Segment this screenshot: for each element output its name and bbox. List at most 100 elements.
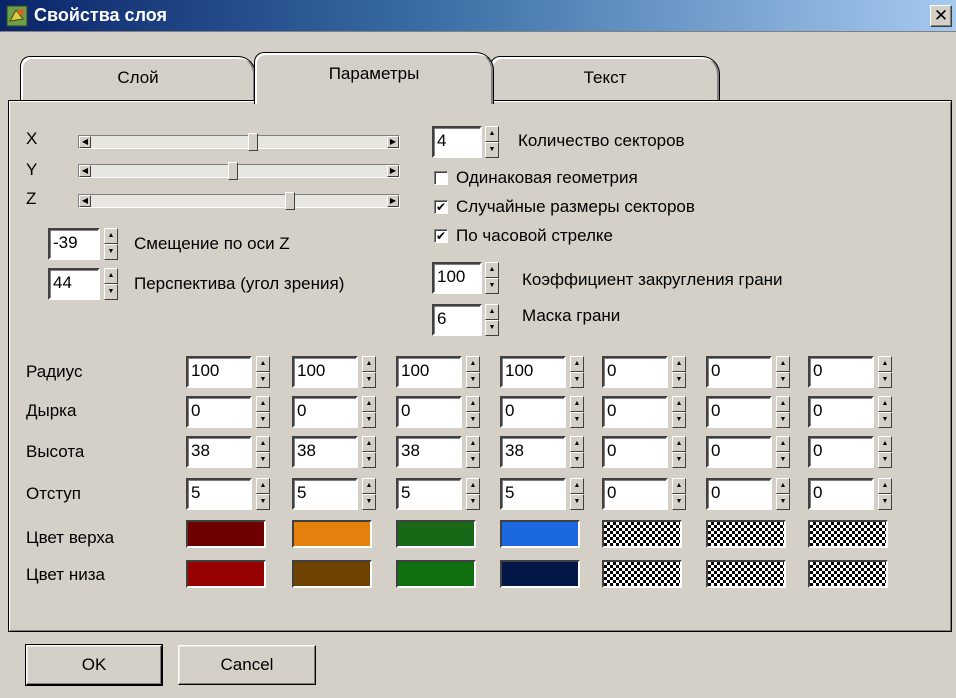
sector-value-input[interactable]: 0 [602,436,668,468]
sector-value-input[interactable]: 0 [706,478,772,510]
spin-up-icon[interactable]: ▲ [485,126,499,142]
spin-up-icon[interactable]: ▲ [485,304,499,320]
spin-up-icon[interactable]: ▲ [878,356,892,372]
sectors-input[interactable]: 4 [432,126,482,158]
sector-value-input[interactable]: 0 [602,396,668,428]
spin-down-icon[interactable]: ▼ [570,412,584,428]
spin-up-icon[interactable]: ▲ [466,478,480,494]
spin-up-icon[interactable]: ▲ [570,478,584,494]
sector-spin[interactable]: 100 ▲ ▼ [292,356,378,388]
sector-spin[interactable]: 5 ▲ ▼ [500,478,586,510]
spin-down-icon[interactable]: ▼ [256,412,270,428]
spin-down-icon[interactable]: ▼ [362,412,376,428]
spin-up-icon[interactable]: ▲ [672,356,686,372]
sector-spin[interactable]: 38 ▲ ▼ [500,436,586,468]
sector-spin[interactable]: 0 ▲ ▼ [500,396,586,428]
spin-down-icon[interactable]: ▼ [776,494,790,510]
sectors-spin[interactable]: 4 ▲ ▼ [432,126,500,158]
bottom-color-swatch[interactable] [396,560,476,588]
top-color-swatch[interactable] [500,520,580,548]
sector-spin[interactable]: 0 ▲ ▼ [186,396,272,428]
sector-value-input[interactable]: 5 [396,478,462,510]
spin-up-icon[interactable]: ▲ [672,478,686,494]
spin-up-icon[interactable]: ▲ [256,396,270,412]
cancel-button[interactable]: Cancel [178,645,316,685]
sector-spin[interactable]: 0 ▲ ▼ [602,356,688,388]
perspective-spin[interactable]: 44 ▲ ▼ [48,268,120,300]
spin-down-icon[interactable]: ▼ [672,452,686,468]
sector-value-input[interactable]: 0 [808,478,874,510]
sector-value-input[interactable]: 0 [808,356,874,388]
spin-up-icon[interactable]: ▲ [104,228,118,244]
spin-up-icon[interactable]: ▲ [570,356,584,372]
sector-value-input[interactable]: 38 [292,436,358,468]
spin-down-icon[interactable]: ▼ [878,452,892,468]
ok-button[interactable]: OK [25,644,163,686]
spin-up-icon[interactable]: ▲ [466,396,480,412]
spin-down-icon[interactable]: ▼ [570,452,584,468]
spin-up-icon[interactable]: ▲ [256,356,270,372]
sector-spin[interactable]: 38 ▲ ▼ [186,436,272,468]
sector-value-input[interactable]: 0 [500,396,566,428]
sector-value-input[interactable]: 0 [706,356,772,388]
slider-right-arrow-icon[interactable]: ▶ [387,136,399,148]
bottom-color-swatch[interactable] [602,560,682,588]
spin-up-icon[interactable]: ▲ [570,396,584,412]
sector-value-input[interactable]: 100 [396,356,462,388]
sector-spin[interactable]: 0 ▲ ▼ [602,478,688,510]
edge-mask-spin[interactable]: 6 ▲ ▼ [432,304,500,336]
z-offset-spin[interactable]: -39 ▲ ▼ [48,228,120,260]
spin-down-icon[interactable]: ▼ [570,372,584,388]
spin-up-icon[interactable]: ▲ [672,436,686,452]
sector-spin[interactable]: 0 ▲ ▼ [706,478,792,510]
sector-spin[interactable]: 100 ▲ ▼ [186,356,272,388]
spin-down-icon[interactable]: ▼ [672,494,686,510]
sector-spin[interactable]: 0 ▲ ▼ [808,396,894,428]
sector-value-input[interactable]: 38 [186,436,252,468]
spin-down-icon[interactable]: ▼ [256,452,270,468]
slider-right-arrow-icon[interactable]: ▶ [387,165,399,177]
top-color-swatch[interactable] [396,520,476,548]
sector-value-input[interactable]: 0 [808,436,874,468]
top-color-swatch[interactable] [808,520,888,548]
spin-down-icon[interactable]: ▼ [362,372,376,388]
spin-up-icon[interactable]: ▲ [104,268,118,284]
sector-value-input[interactable]: 38 [500,436,566,468]
spin-down-icon[interactable]: ▼ [776,452,790,468]
spin-down-icon[interactable]: ▼ [485,320,499,336]
spin-up-icon[interactable]: ▲ [878,396,892,412]
sector-value-input[interactable]: 0 [186,396,252,428]
spin-down-icon[interactable]: ▼ [485,278,499,294]
spin-down-icon[interactable]: ▼ [878,412,892,428]
spin-down-icon[interactable]: ▼ [104,284,118,300]
spin-down-icon[interactable]: ▼ [466,372,480,388]
sector-value-input[interactable]: 5 [500,478,566,510]
sector-value-input[interactable]: 0 [706,436,772,468]
slider-left-arrow-icon[interactable]: ◀ [79,165,91,177]
z-offset-input[interactable]: -39 [48,228,100,260]
sector-spin[interactable]: 0 ▲ ▼ [602,436,688,468]
bottom-color-swatch[interactable] [500,560,580,588]
spin-down-icon[interactable]: ▼ [466,452,480,468]
random-sizes-checkbox[interactable]: ✔ [434,200,448,214]
spin-up-icon[interactable]: ▲ [362,436,376,452]
slider-thumb[interactable] [248,133,258,151]
spin-up-icon[interactable]: ▲ [878,436,892,452]
bottom-color-swatch[interactable] [706,560,786,588]
spin-up-icon[interactable]: ▲ [776,436,790,452]
rounding-spin[interactable]: 100 ▲ ▼ [432,262,500,294]
spin-up-icon[interactable]: ▲ [362,396,376,412]
spin-down-icon[interactable]: ▼ [776,412,790,428]
sector-value-input[interactable]: 5 [292,478,358,510]
spin-up-icon[interactable]: ▲ [878,478,892,494]
rounding-input[interactable]: 100 [432,262,482,294]
spin-down-icon[interactable]: ▼ [485,142,499,158]
sector-spin[interactable]: 0 ▲ ▼ [706,396,792,428]
sector-spin[interactable]: 0 ▲ ▼ [706,436,792,468]
sector-value-input[interactable]: 5 [186,478,252,510]
slider-y[interactable]: ◀ ▶ [78,162,400,180]
sector-spin[interactable]: 0 ▲ ▼ [808,478,894,510]
sector-value-input[interactable]: 100 [292,356,358,388]
spin-down-icon[interactable]: ▼ [256,372,270,388]
spin-up-icon[interactable]: ▲ [362,356,376,372]
